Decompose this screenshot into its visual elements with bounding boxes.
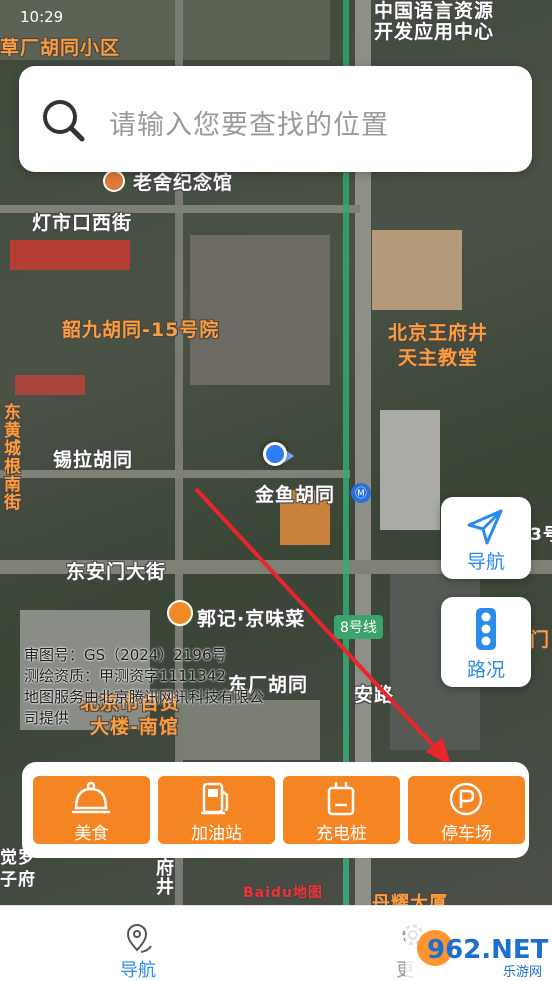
search-input[interactable]: 请输入您要查找的位置 [109, 103, 389, 142]
category-gas-button[interactable]: 加油站 [158, 776, 275, 844]
site-watermark: 962.NET 乐游网 [405, 920, 552, 981]
navigation-arrow-icon [467, 509, 503, 545]
status-bar: 10:29 [0, 0, 552, 30]
status-time: 10:29 [20, 8, 64, 26]
category-label: 美食 [74, 824, 109, 844]
search-icon [43, 100, 85, 142]
category-label: 充电桩 [316, 824, 367, 844]
nav-tab-label: 导航 [120, 960, 156, 981]
map-pin-icon [126, 924, 152, 953]
category-food-button[interactable]: 美食 [33, 776, 150, 844]
charging-station-icon [327, 782, 355, 816]
category-label: 加油站 [191, 824, 242, 844]
navigate-button-label: 导航 [466, 551, 505, 573]
category-charging-button[interactable]: 充电桩 [283, 776, 400, 844]
watermark-sub: 乐游网 [503, 965, 542, 980]
nav-tab-navigate[interactable]: 导航 [98, 906, 178, 981]
watermark-text: 962.NET [427, 935, 549, 965]
navigate-button[interactable]: 导航 [441, 497, 531, 579]
parking-icon [449, 782, 483, 816]
traffic-button[interactable]: 路况 [441, 597, 531, 687]
gas-pump-icon [201, 782, 229, 815]
food-cloche-icon [71, 781, 111, 814]
category-parking-button[interactable]: 停车场 [408, 776, 525, 844]
traffic-button-label: 路况 [466, 659, 505, 681]
category-label: 停车场 [441, 824, 492, 844]
traffic-light-icon [476, 608, 496, 650]
